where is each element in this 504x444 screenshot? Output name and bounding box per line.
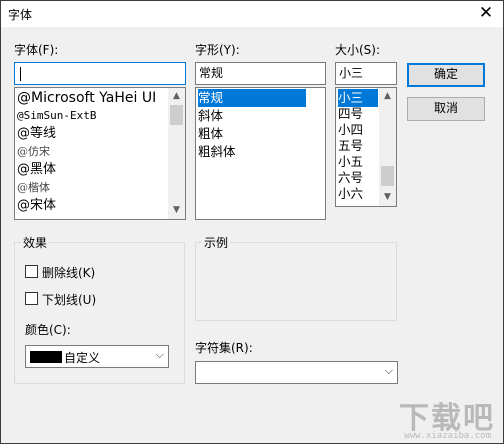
style-list-item[interactable]: 粗体 [198,125,223,143]
scroll-thumb[interactable] [170,105,183,125]
color-label: 颜色(C): [25,323,71,337]
size-list[interactable]: 小三 四号 小四 五号 小五 六号 小六 ▲ ▼ [335,87,397,207]
charset-label: 字符集(R): [195,341,253,355]
style-input[interactable]: 常规 [195,62,326,85]
font-list-item[interactable]: @楷体 [17,179,50,197]
size-list-scrollbar[interactable]: ▲ ▼ [379,88,396,206]
cancel-button[interactable]: 取消 [407,97,485,121]
strikeout-checkbox[interactable] [25,265,38,278]
style-label: 字形(Y): [195,43,240,57]
underline-checkbox[interactable] [25,292,38,305]
strikeout-label[interactable]: 删除线(K) [42,264,95,281]
font-dialog: 字体 ✕ 字体(F): @Microsoft YaHei UI @SimSun-… [0,0,504,444]
font-list-item[interactable]: @宋体 [17,197,56,215]
font-list-item[interactable]: @Microsoft YaHei UI [17,89,156,107]
font-label: 字体(F): [14,43,59,57]
effects-group-label: 效果 [21,234,50,251]
font-list-item[interactable]: @仿宋 [17,143,50,161]
scroll-down-icon[interactable]: ▼ [168,202,185,219]
title-bar: 字体 ✕ [1,1,503,27]
text-caret [20,67,21,81]
font-list-item[interactable]: @黑体 [17,161,56,179]
color-swatch [30,351,62,363]
size-label: 大小(S): [335,43,381,57]
font-list-item[interactable]: @等线 [17,125,56,143]
underline-label[interactable]: 下划线(U) [42,291,96,308]
window-title: 字体 [8,8,33,22]
scroll-up-icon[interactable]: ▲ [379,88,396,105]
color-select[interactable]: 自定义 ⌵ [25,345,169,368]
close-icon[interactable]: ✕ [469,1,503,27]
style-list-item[interactable]: 粗斜体 [198,143,236,161]
sample-group-label: 示例 [202,234,231,251]
watermark-url: www.xiazaiba.com [404,431,491,441]
charset-select[interactable]: ⌵ [195,361,398,384]
chevron-down-icon[interactable]: ⌵ [385,364,393,378]
chevron-down-icon[interactable]: ⌵ [156,348,164,362]
style-list[interactable]: 常规 斜体 粗体 粗斜体 [195,87,326,220]
font-list[interactable]: @Microsoft YaHei UI @SimSun-ExtB @等线 @仿宋… [14,87,186,220]
style-list-item-selected[interactable]: 常规 [198,89,306,107]
scroll-down-icon[interactable]: ▼ [379,189,396,206]
scroll-up-icon[interactable]: ▲ [168,88,185,105]
style-list-item[interactable]: 斜体 [198,107,223,125]
color-select-value: 自定义 [64,351,101,365]
scroll-thumb[interactable] [381,166,394,186]
ok-button[interactable]: 确定 [407,63,485,87]
font-input[interactable] [14,62,186,85]
font-list-item[interactable]: @SimSun-ExtB [17,107,96,125]
font-list-scrollbar[interactable]: ▲ ▼ [168,88,185,219]
sample-group [195,242,397,321]
size-list-item[interactable]: 小六 [338,185,363,203]
size-input[interactable]: 小三 [335,62,397,85]
